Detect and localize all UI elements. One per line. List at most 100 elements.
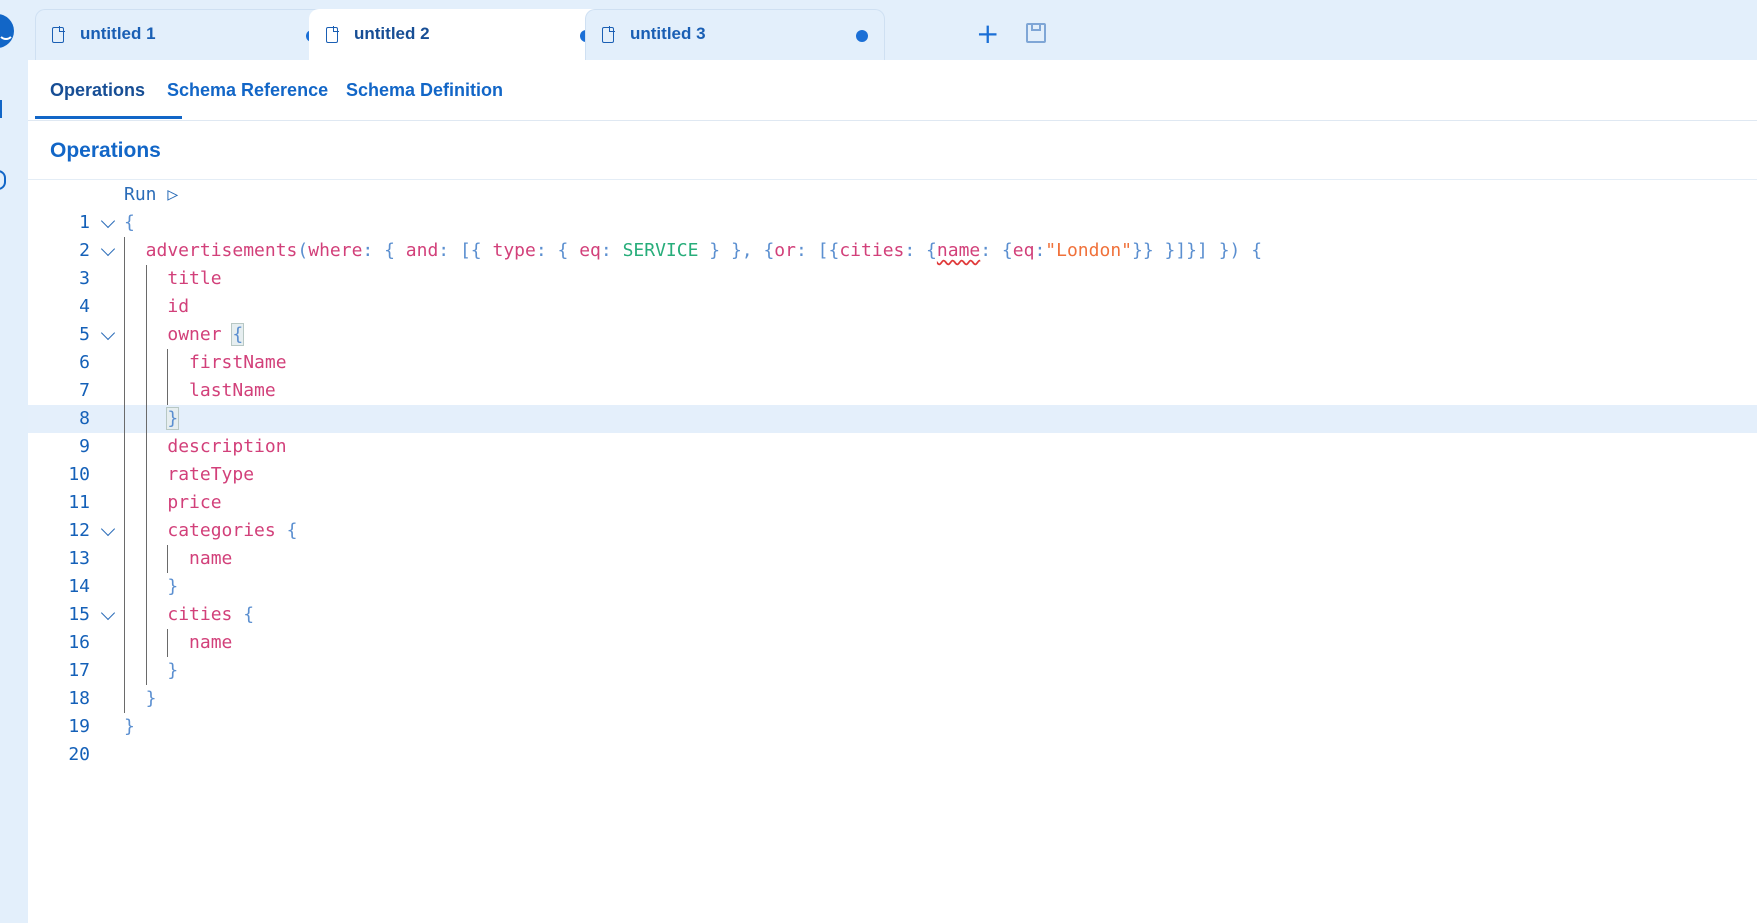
- tab-untitled-2[interactable]: untitled 2: [309, 9, 609, 60]
- line-number: 1: [79, 212, 90, 233]
- code-token: :: [600, 240, 623, 261]
- indent-guide: [124, 265, 125, 293]
- indent-guide: [145, 321, 147, 349]
- tab-label: untitled 2: [354, 24, 430, 43]
- section-header: Operations: [28, 121, 1757, 180]
- code-line[interactable]: 6 firstName: [28, 349, 1757, 377]
- code-token: }: [167, 576, 179, 597]
- indent-guide: [145, 433, 147, 461]
- code-line[interactable]: 20: [28, 741, 1757, 769]
- indent-guide: [124, 237, 125, 265]
- save-icon[interactable]: [1026, 23, 1046, 43]
- code-line[interactable]: 13 name: [28, 545, 1757, 573]
- code-line[interactable]: 17}: [28, 657, 1757, 685]
- rail-history-icon[interactable]: [0, 170, 6, 190]
- code-line[interactable]: 19}: [28, 713, 1757, 741]
- code-text: title: [167, 268, 221, 289]
- indent-guide: [145, 265, 147, 293]
- code-token: price: [167, 492, 222, 513]
- tab-label: untitled 3: [630, 24, 706, 43]
- tab-bar: untitled 1 untitled 2 untitled 3 +: [28, 0, 1757, 60]
- line-number: 5: [79, 324, 90, 345]
- tab-untitled-3[interactable]: untitled 3: [585, 9, 885, 60]
- code-line[interactable]: 8}: [28, 405, 1757, 433]
- code-line[interactable]: 14}: [28, 573, 1757, 601]
- code-token: owner: [167, 324, 233, 345]
- tab-schema-definition[interactable]: Schema Definition: [346, 80, 503, 101]
- code-token: SERVICE: [622, 240, 699, 261]
- indent-guide: [145, 517, 147, 545]
- code-line[interactable]: 15 cities {: [28, 601, 1757, 629]
- code-line[interactable]: 9 description: [28, 433, 1757, 461]
- rail-indicator-icon[interactable]: [0, 100, 2, 118]
- code-token: and: [405, 240, 439, 261]
- chevron-down-icon[interactable]: [100, 241, 116, 257]
- editor-lines: 1{2 advertisements(where: { and: [{ type:…: [28, 209, 1757, 769]
- code-line[interactable]: 10 rateType: [28, 461, 1757, 489]
- code-line[interactable]: 7 lastName: [28, 377, 1757, 405]
- run-button[interactable]: Run ▷: [124, 184, 178, 205]
- file-icon: [326, 26, 339, 43]
- code-token: cities: [839, 240, 905, 261]
- subtab-bar: Operations Schema Reference Schema Defin…: [28, 60, 1757, 121]
- line-number: 11: [68, 492, 90, 513]
- indent-guide: [124, 433, 125, 461]
- line-number: 3: [79, 268, 90, 289]
- chevron-down-icon[interactable]: [100, 605, 116, 621]
- code-text: rateType: [167, 464, 254, 485]
- code-token: {: [231, 323, 245, 346]
- code-text: }: [124, 716, 135, 737]
- code-line[interactable]: 18}: [28, 685, 1757, 713]
- code-line[interactable]: 11 price: [28, 489, 1757, 517]
- code-line[interactable]: 1{: [28, 209, 1757, 237]
- logo-icon[interactable]: [0, 14, 14, 48]
- code-text: advertisements(where: { and: [{ type: { …: [146, 240, 1262, 261]
- indent-guide: [124, 461, 125, 489]
- code-token: name: [189, 632, 233, 653]
- code-text: lastName: [189, 380, 276, 401]
- code-line[interactable]: 2 advertisements(where: { and: [{ type: {…: [28, 237, 1757, 265]
- code-token: type: [492, 240, 536, 261]
- code-line[interactable]: 16 name: [28, 629, 1757, 657]
- code-text: firstName: [189, 352, 287, 373]
- code-line[interactable]: 4 id: [28, 293, 1757, 321]
- code-token: name: [189, 548, 233, 569]
- tab-label: untitled 1: [80, 24, 156, 43]
- code-token: : [{: [438, 240, 493, 261]
- tab-schema-reference[interactable]: Schema Reference: [167, 80, 328, 101]
- code-text: description: [167, 436, 286, 457]
- code-token: : {: [904, 240, 937, 261]
- code-token: : {: [535, 240, 580, 261]
- code-editor[interactable]: Run ▷ 1{2 advertisements(where: { and: [{…: [28, 180, 1757, 923]
- code-line[interactable]: 5 owner {: [28, 321, 1757, 349]
- code-token: title: [167, 268, 222, 289]
- indent-guide: [124, 293, 125, 321]
- indent-guide: [124, 573, 125, 601]
- line-number: 17: [68, 660, 90, 681]
- line-number: 10: [68, 464, 90, 485]
- code-text: {: [124, 212, 135, 233]
- chevron-down-icon[interactable]: [100, 325, 116, 341]
- code-token: firstName: [189, 352, 287, 373]
- indent-guide: [145, 461, 147, 489]
- tab-untitled-1[interactable]: untitled 1: [35, 9, 335, 60]
- line-number: 4: [79, 296, 90, 317]
- tab-operations[interactable]: Operations: [50, 80, 145, 101]
- chevron-down-icon[interactable]: [100, 521, 116, 537]
- code-token: {: [286, 520, 298, 541]
- code-line[interactable]: 3 title: [28, 265, 1757, 293]
- code-line[interactable]: 12 categories {: [28, 517, 1757, 545]
- line-number: 12: [68, 520, 90, 541]
- code-token: advertisements: [145, 240, 298, 261]
- code-token: :: [1034, 240, 1046, 261]
- unsaved-dot-icon[interactable]: [856, 30, 868, 42]
- code-token: cities: [167, 604, 244, 625]
- indent-guide: [124, 517, 125, 545]
- indent-guide: [124, 657, 125, 685]
- code-token: rateType: [167, 464, 255, 485]
- code-text: name: [189, 548, 232, 569]
- indent-guide: [145, 293, 147, 321]
- plus-icon[interactable]: +: [976, 20, 999, 48]
- code-token: name: [936, 240, 981, 261]
- chevron-down-icon[interactable]: [100, 213, 116, 229]
